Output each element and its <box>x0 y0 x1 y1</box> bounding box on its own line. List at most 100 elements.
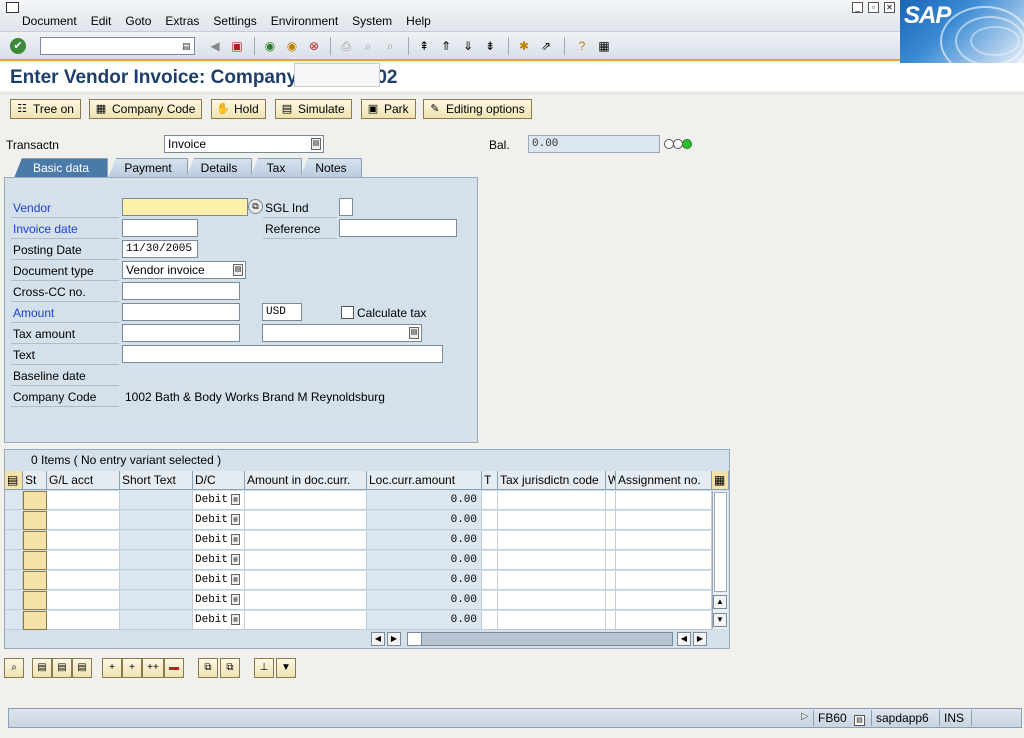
find-next-icon[interactable]: ⌕ <box>382 38 398 54</box>
copy-icon[interactable]: ⧉ <box>198 658 218 678</box>
col-tax-jurisdiction[interactable]: Tax jurisdictn code <box>498 471 606 490</box>
cell-gl-acct[interactable] <box>47 531 120 550</box>
delete-row-icon[interactable]: ▬ <box>164 658 184 678</box>
row-selector[interactable] <box>5 571 23 590</box>
dropdown-icon[interactable]: ▤ <box>231 514 240 525</box>
cell-t[interactable] <box>482 571 498 590</box>
cell-t[interactable] <box>482 611 498 630</box>
exit-icon[interactable]: ◉ <box>284 38 300 54</box>
row-selector[interactable] <box>5 511 23 530</box>
cell-w[interactable] <box>606 611 616 630</box>
cell-short-text[interactable] <box>120 611 193 630</box>
maximize-icon[interactable]: ▫ <box>868 2 879 13</box>
row-selector[interactable] <box>5 551 23 570</box>
cell-dc[interactable]: Debit ▤ <box>193 551 245 570</box>
text-field[interactable] <box>122 345 443 363</box>
cell-tax-jurisdiction[interactable] <box>498 551 606 570</box>
row-selector[interactable] <box>5 531 23 550</box>
reference-field[interactable] <box>339 219 457 237</box>
previous-page-icon[interactable]: ⇑ <box>438 38 454 54</box>
dropdown-icon[interactable]: ▤ <box>409 327 419 339</box>
cell-amount-doc[interactable] <box>245 591 367 610</box>
last-page-icon[interactable]: ⇟ <box>482 38 498 54</box>
cross-cc-field[interactable] <box>122 282 240 300</box>
command-field[interactable]: ▤ <box>40 37 195 55</box>
dropdown-icon[interactable]: ▤ <box>231 574 240 585</box>
cell-loc-amount[interactable]: 0.00 <box>367 491 482 510</box>
tab-payment[interactable]: Payment <box>108 158 188 178</box>
cell-loc-amount[interactable]: 0.00 <box>367 531 482 550</box>
hold-button[interactable]: ✋ Hold <box>211 99 266 119</box>
dropdown-icon[interactable]: ▤ <box>182 40 192 52</box>
cell-dc[interactable]: Debit ▤ <box>193 511 245 530</box>
select-all-rows-icon[interactable]: ▤ <box>32 658 52 678</box>
dropdown-icon[interactable]: ▤ <box>231 614 240 625</box>
cell-tax-jurisdiction[interactable] <box>498 591 606 610</box>
vertical-scrollbar[interactable]: ▲ ▼ <box>712 491 728 629</box>
cell-t[interactable] <box>482 591 498 610</box>
print-icon[interactable]: ⎙ <box>338 38 354 54</box>
cell-loc-amount[interactable]: 0.00 <box>367 591 482 610</box>
editing-options-button[interactable]: ✎ Editing options <box>423 99 532 119</box>
dropdown-icon[interactable]: ▤ <box>231 534 240 545</box>
paste-icon[interactable]: ⧉ <box>220 658 240 678</box>
dropdown-icon[interactable]: ▤ <box>231 494 240 505</box>
scroll-left-icon[interactable]: ◀ <box>371 632 385 646</box>
cell-short-text[interactable] <box>120 491 193 510</box>
cell-amount-doc[interactable] <box>245 491 367 510</box>
tab-tax[interactable]: Tax <box>250 158 302 178</box>
session-info-icon[interactable]: ▤ <box>854 715 866 726</box>
cell-dc[interactable]: Debit ▤ <box>193 531 245 550</box>
invoice-date-field[interactable] <box>122 219 198 237</box>
cell-st[interactable] <box>23 571 47 590</box>
cell-amount-doc[interactable] <box>245 571 367 590</box>
cell-dc[interactable]: Debit ▤ <box>193 611 245 630</box>
vendor-lookup-icon[interactable]: ⧉ <box>248 199 263 214</box>
col-loc-amount[interactable]: Loc.curr.amount <box>367 471 482 490</box>
cell-w[interactable] <box>606 551 616 570</box>
calculate-tax-checkbox[interactable] <box>341 306 354 319</box>
col-amount-doc[interactable]: Amount in doc.curr. <box>245 471 367 490</box>
cell-st[interactable] <box>23 591 47 610</box>
cell-gl-acct[interactable] <box>47 571 120 590</box>
system-menu-icon[interactable] <box>6 2 19 13</box>
scroll-thumb[interactable] <box>714 492 727 592</box>
cell-short-text[interactable] <box>120 531 193 550</box>
currency-field[interactable]: USD <box>262 303 302 321</box>
cell-w[interactable] <box>606 571 616 590</box>
cell-w[interactable] <box>606 491 616 510</box>
save-icon[interactable]: ▣ <box>229 38 245 54</box>
column-config-icon[interactable]: ▦ <box>712 471 729 490</box>
col-short-text[interactable]: Short Text <box>120 471 193 490</box>
cell-tax-jurisdiction[interactable] <box>498 611 606 630</box>
col-w[interactable]: W <box>606 471 616 490</box>
select-block-icon[interactable]: ▤ <box>52 658 72 678</box>
cell-amount-doc[interactable] <box>245 611 367 630</box>
dropdown-icon[interactable]: ▤ <box>231 594 240 605</box>
back-arrow-icon[interactable]: ◀ <box>207 38 223 54</box>
row-selector[interactable] <box>5 591 23 610</box>
cell-gl-acct[interactable] <box>47 591 120 610</box>
cancel-icon[interactable]: ⊗ <box>306 38 322 54</box>
sort-icon[interactable]: ⊥ <box>254 658 274 678</box>
cell-tax-jurisdiction[interactable] <box>498 491 606 510</box>
cell-st[interactable] <box>23 611 47 630</box>
cell-gl-acct[interactable] <box>47 611 120 630</box>
insert-rows-icon[interactable]: ++ <box>142 658 164 678</box>
row-selector[interactable] <box>5 491 23 510</box>
tab-details[interactable]: Details <box>186 158 252 178</box>
row-selector[interactable] <box>5 611 23 630</box>
enter-icon[interactable]: ✔ <box>10 38 26 54</box>
cell-short-text[interactable] <box>120 551 193 570</box>
menu-settings[interactable]: Settings <box>213 14 256 28</box>
close-icon[interactable]: ✕ <box>884 2 895 13</box>
col-t[interactable]: T <box>482 471 498 490</box>
shortcut-icon[interactable]: ⇗ <box>538 38 554 54</box>
hscroll-thumb[interactable] <box>408 633 422 645</box>
col-st[interactable]: St <box>23 471 47 490</box>
menu-document[interactable]: Document <box>22 14 77 28</box>
cell-loc-amount[interactable]: 0.00 <box>367 511 482 530</box>
cell-assignment[interactable] <box>616 531 712 550</box>
cell-assignment[interactable] <box>616 551 712 570</box>
details-icon[interactable]: ⌕ <box>4 658 24 678</box>
